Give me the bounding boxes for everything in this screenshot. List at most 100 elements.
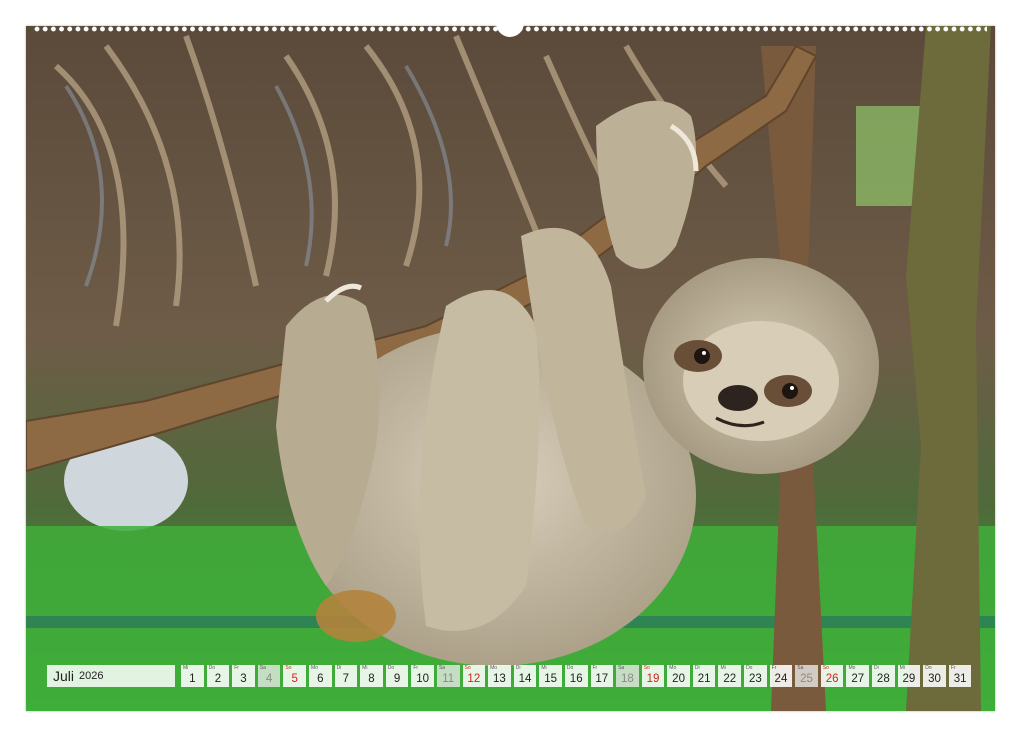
day-cell: Mo 6	[309, 665, 332, 687]
day-number: 20	[667, 673, 690, 685]
day-cell: Di 28	[872, 665, 895, 687]
weekday-abbrev: So	[823, 665, 829, 671]
day-cell: Do 2	[207, 665, 230, 687]
weekday-abbrev: Di	[337, 665, 342, 671]
weekday-abbrev: Di	[874, 665, 879, 671]
day-cell: So 26	[821, 665, 844, 687]
weekday-abbrev: Mo	[490, 665, 497, 671]
day-number: 18	[616, 673, 639, 685]
weekday-abbrev: Mo	[311, 665, 318, 671]
day-cell: Fr 31	[949, 665, 972, 687]
weekday-abbrev: Fr	[951, 665, 956, 671]
day-cell: Sa 25	[795, 665, 818, 687]
day-cell: Di 7	[335, 665, 358, 687]
weekday-abbrev: So	[465, 665, 471, 671]
weekday-abbrev: Fr	[772, 665, 777, 671]
day-number: 5	[283, 673, 306, 685]
day-cell: Di 14	[514, 665, 537, 687]
month-name: Juli	[53, 668, 74, 684]
weekday-abbrev: Mi	[720, 665, 725, 671]
weekday-abbrev: Sa	[439, 665, 445, 671]
day-number: 12	[463, 673, 486, 685]
sloth-photo	[26, 26, 995, 711]
day-cell: Do 9	[386, 665, 409, 687]
day-number: 9	[386, 673, 409, 685]
day-number: 21	[693, 673, 716, 685]
weekday-abbrev: Mi	[183, 665, 188, 671]
day-number: 23	[744, 673, 767, 685]
day-number: 28	[872, 673, 895, 685]
day-cell: Fr 3	[232, 665, 255, 687]
weekday-abbrev: Sa	[797, 665, 803, 671]
weekday-abbrev: Do	[925, 665, 931, 671]
day-number: 4	[258, 673, 281, 685]
weekday-abbrev: Sa	[618, 665, 624, 671]
day-number: 6	[309, 673, 332, 685]
day-cell: Mi 1	[181, 665, 204, 687]
weekday-abbrev: Do	[567, 665, 573, 671]
weekday-abbrev: Mi	[541, 665, 546, 671]
day-cell: So 5	[283, 665, 306, 687]
day-cell: Mi 8	[360, 665, 383, 687]
day-number: 31	[949, 673, 972, 685]
day-cell: So 19	[642, 665, 665, 687]
weekday-abbrev: Do	[388, 665, 394, 671]
day-cell: Di 21	[693, 665, 716, 687]
day-number: 3	[232, 673, 255, 685]
calendar-strip: Juli 2026 Mi1Do2Fr3Sa4So5Mo6Di7Mi8Do9Fr1…	[47, 664, 973, 688]
weekday-abbrev: Mi	[362, 665, 367, 671]
weekday-abbrev: So	[644, 665, 650, 671]
day-cell: Mi 29	[898, 665, 921, 687]
weekday-abbrev: Fr	[413, 665, 418, 671]
day-number: 26	[821, 673, 844, 685]
day-cell: Fr 24	[770, 665, 793, 687]
weekday-abbrev: Fr	[593, 665, 598, 671]
day-number: 15	[539, 673, 562, 685]
weekday-abbrev: Fr	[234, 665, 239, 671]
day-cell: So 12	[463, 665, 486, 687]
day-number: 17	[591, 673, 614, 685]
day-number: 8	[360, 673, 383, 685]
month-label: Juli 2026	[47, 665, 175, 687]
day-cell: Mi 22	[718, 665, 741, 687]
day-number: 11	[437, 673, 460, 685]
day-number: 7	[335, 673, 358, 685]
day-number: 10	[411, 673, 434, 685]
day-number: 25	[795, 673, 818, 685]
day-cell: Mo 13	[488, 665, 511, 687]
day-cell: Sa 18	[616, 665, 639, 687]
day-number: 22	[718, 673, 741, 685]
weekday-abbrev: Di	[516, 665, 521, 671]
day-cell: Mo 20	[667, 665, 690, 687]
day-number: 30	[923, 673, 946, 685]
day-cell: Fr 10	[411, 665, 434, 687]
weekday-abbrev: Mi	[900, 665, 905, 671]
weekday-abbrev: So	[285, 665, 291, 671]
day-cell: Sa 4	[258, 665, 281, 687]
day-number: 1	[181, 673, 204, 685]
weekday-abbrev: Di	[695, 665, 700, 671]
day-cell: Sa 11	[437, 665, 460, 687]
day-number: 29	[898, 673, 921, 685]
weekday-abbrev: Do	[209, 665, 215, 671]
weekday-abbrev: Sa	[260, 665, 266, 671]
year-number: 2026	[79, 670, 103, 682]
day-number: 27	[846, 673, 869, 685]
weekday-abbrev: Mo	[848, 665, 855, 671]
day-cell: Mo 27	[846, 665, 869, 687]
sloth-illustration	[26, 26, 995, 711]
weekday-abbrev: Do	[746, 665, 752, 671]
day-cell: Fr 17	[591, 665, 614, 687]
day-cell: Mi 15	[539, 665, 562, 687]
day-cell: Do 30	[923, 665, 946, 687]
day-number: 13	[488, 673, 511, 685]
day-number: 19	[642, 673, 665, 685]
day-number: 24	[770, 673, 793, 685]
day-number: 16	[565, 673, 588, 685]
day-cell: Do 23	[744, 665, 767, 687]
weekday-abbrev: Mo	[669, 665, 676, 671]
day-number: 14	[514, 673, 537, 685]
day-number: 2	[207, 673, 230, 685]
calendar-page: Juli 2026 Mi1Do2Fr3Sa4So5Mo6Di7Mi8Do9Fr1…	[0, 0, 1020, 735]
day-cell: Do 16	[565, 665, 588, 687]
